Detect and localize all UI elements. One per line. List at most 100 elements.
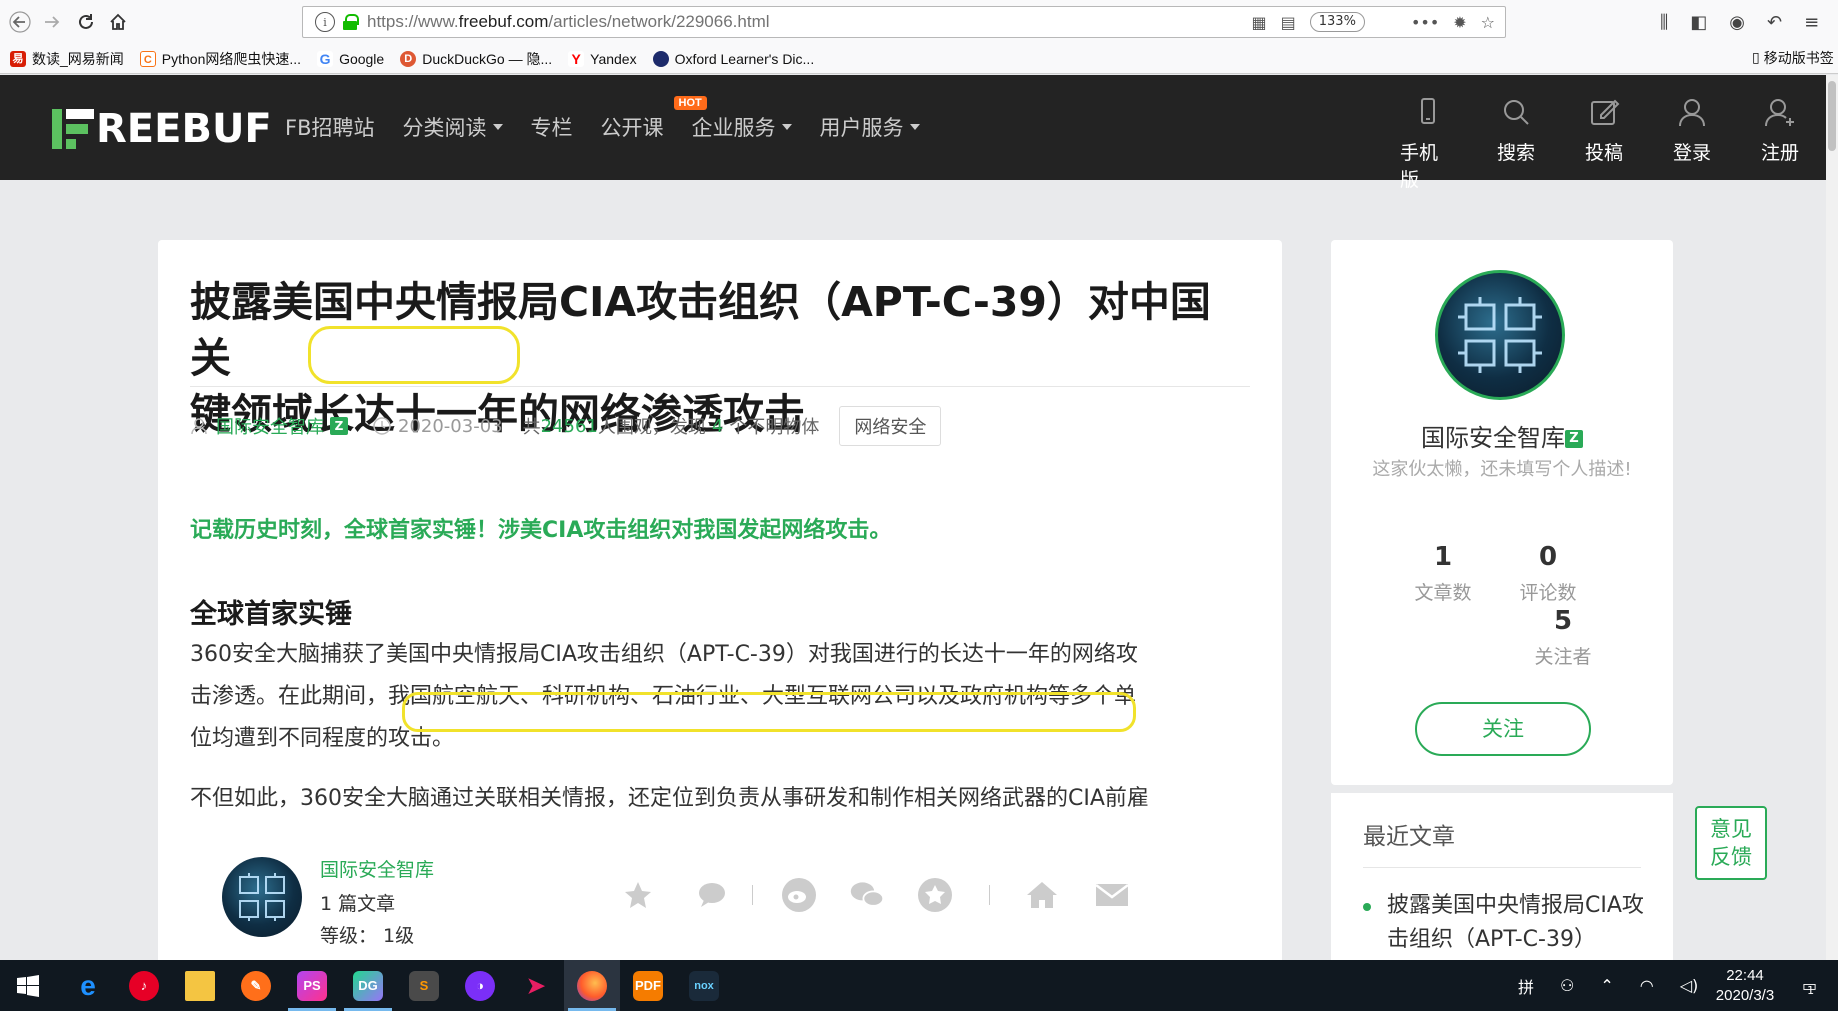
nav-item-jobs[interactable]: FB招聘站: [285, 112, 375, 142]
mail-share-button[interactable]: [1094, 877, 1130, 913]
edge-icon: e: [80, 969, 96, 1001]
highlight-annotation: [402, 692, 1136, 732]
volume-icon[interactable]: ◁): [1680, 976, 1699, 995]
mobile-icon: ▯: [1752, 50, 1760, 66]
separator: [752, 885, 753, 905]
favorite-share-button[interactable]: [917, 877, 953, 913]
nav-item-enterprise[interactable]: HOT 企业服务: [673, 96, 792, 142]
weibo-icon: [782, 878, 816, 912]
home-icon: [1027, 882, 1057, 908]
bookmark-item[interactable]: Oxford Learner's Dic...: [652, 51, 814, 67]
taskbar-app-phpstorm[interactable]: PS: [284, 960, 340, 1011]
bookmark-item[interactable]: G Google: [317, 51, 384, 67]
home-button[interactable]: [104, 8, 132, 36]
stat-followers: 5 关注者: [1534, 606, 1592, 668]
feedback-button[interactable]: 意见 反馈: [1695, 806, 1767, 880]
send-icon: ➤: [526, 972, 546, 998]
submit-link[interactable]: 投稿: [1576, 96, 1632, 192]
wechat-share-button[interactable]: [849, 877, 885, 913]
zoom-indicator[interactable]: 133%: [1309, 12, 1365, 32]
taskbar-app-edge[interactable]: e: [60, 960, 116, 1011]
page-actions-icon[interactable]: •••: [1411, 13, 1439, 32]
profile-avatar[interactable]: [1435, 270, 1565, 400]
taskbar-app-nox[interactable]: nox: [676, 960, 732, 1011]
oxford-icon: [652, 51, 669, 67]
nav-item-courses[interactable]: 公开课: [601, 112, 664, 142]
author-name-link[interactable]: 国际安全智库: [320, 855, 434, 882]
taskbar-app-netease-music[interactable]: ♪: [116, 960, 172, 1011]
home-icon: [110, 13, 126, 30]
duckduckgo-icon: D: [400, 51, 417, 67]
author-link[interactable]: 国际安全智库: [216, 413, 324, 439]
recent-articles-title: 最近文章: [1363, 824, 1455, 850]
home-share-button[interactable]: [1024, 877, 1060, 913]
highlight-annotation: [308, 326, 520, 384]
forward-button[interactable]: [38, 8, 66, 36]
author-avatar[interactable]: [222, 857, 302, 937]
info-icon[interactable]: i: [315, 12, 335, 32]
register-link[interactable]: 注册: [1752, 96, 1808, 192]
mobile-version-link[interactable]: 手机版: [1400, 96, 1456, 192]
bookmark-item[interactable]: C Python网络爬虫快速...: [139, 49, 301, 69]
taskbar-app-datagrip[interactable]: DG: [340, 960, 396, 1011]
ime-indicator[interactable]: 拼: [1518, 974, 1534, 998]
star-button[interactable]: [620, 877, 656, 913]
reader-view-icon[interactable]: ▤: [1281, 13, 1296, 32]
scrollbar-thumb[interactable]: [1828, 81, 1836, 151]
search-link[interactable]: 搜索: [1488, 96, 1544, 192]
profile-name[interactable]: 国际安全智库 Z: [1331, 418, 1673, 453]
chevron-up-icon[interactable]: ⌃: [1600, 976, 1613, 995]
stat-comments: 0 评论数: [1519, 542, 1577, 604]
qr-code-icon[interactable]: ▦: [1252, 13, 1267, 32]
people-icon[interactable]: ⚇: [1560, 976, 1574, 995]
extension-icon[interactable]: ✹: [1453, 13, 1466, 32]
bookmark-item[interactable]: Y Yandex: [568, 51, 637, 67]
back-button[interactable]: [6, 8, 34, 36]
undo-icon[interactable]: ↶: [1767, 12, 1782, 33]
url-text[interactable]: https://www.freebuf.com/articles/network…: [367, 12, 770, 32]
sidebar-icon[interactable]: ◧: [1690, 12, 1707, 33]
author-avatar-image: [239, 873, 285, 921]
nav-item-categories[interactable]: 分类阅读: [403, 112, 503, 142]
paragraph-2: 不但如此，360安全大脑通过关联相关情报，还定位到负责从事研发和制作相关网络武器…: [190, 786, 1149, 811]
bookmark-item[interactable]: 易数读_网易新闻: [10, 49, 124, 69]
login-link[interactable]: 登录: [1664, 96, 1720, 192]
bookmark-star-icon[interactable]: ☆: [1481, 13, 1495, 32]
comment-button[interactable]: [694, 877, 730, 913]
taskbar-app-player[interactable]: ◑: [452, 960, 508, 1011]
edit-icon: [1591, 99, 1620, 125]
bookmark-item[interactable]: D DuckDuckGo — 隐...: [400, 49, 552, 69]
taskbar-app-sublime[interactable]: S: [396, 960, 452, 1011]
author-article-count: 1 篇文章: [320, 893, 396, 915]
forward-arrow-icon: [45, 16, 60, 28]
lock-icon: [343, 14, 359, 30]
url-bar[interactable]: i https://www.freebuf.com/articles/netwo…: [302, 6, 1506, 38]
account-icon[interactable]: ◉: [1729, 12, 1745, 33]
main-nav: FB招聘站 分类阅读 专栏 公开课 HOT 企业服务 用户服务: [285, 96, 920, 142]
start-button[interactable]: [0, 960, 56, 1011]
view-count: 24561: [540, 415, 598, 437]
library-icon[interactable]: ⫼: [1660, 12, 1668, 33]
notification-center[interactable]: ▭ 1: [1802, 960, 1817, 1011]
page-scrollbar[interactable]: [1826, 75, 1838, 960]
category-tag[interactable]: 网络安全: [839, 406, 942, 446]
mobile-bookmarks[interactable]: ▯ 移动版书签: [1752, 48, 1834, 68]
follow-button[interactable]: 关注: [1415, 702, 1591, 756]
weibo-share-button[interactable]: [781, 877, 817, 913]
wechat-icon: [850, 882, 885, 907]
taskbar-app-firefox[interactable]: [564, 960, 620, 1011]
reload-button[interactable]: [72, 8, 100, 36]
nox-icon: nox: [689, 970, 719, 1001]
wifi-icon[interactable]: ◠: [1640, 976, 1654, 995]
taskbar-app-explorer[interactable]: [172, 960, 228, 1011]
taskbar-app-pen[interactable]: ✎: [228, 960, 284, 1011]
taskbar-app-send[interactable]: ➤: [508, 960, 564, 1011]
freebuf-logo[interactable]: REEBUF: [52, 106, 272, 152]
nav-item-user-services[interactable]: 用户服务: [820, 112, 920, 142]
recent-article-item[interactable]: 披露美国中央情报局CIA攻击组织（APT-C-39）: [1363, 889, 1653, 957]
taskbar-app-foxit[interactable]: PDF: [620, 960, 676, 1011]
nav-item-columns[interactable]: 专栏: [531, 112, 573, 142]
clock[interactable]: 22:44 2020/3/3: [1700, 966, 1790, 1006]
share-bar: [620, 877, 1130, 913]
menu-icon[interactable]: ≡: [1804, 12, 1819, 33]
